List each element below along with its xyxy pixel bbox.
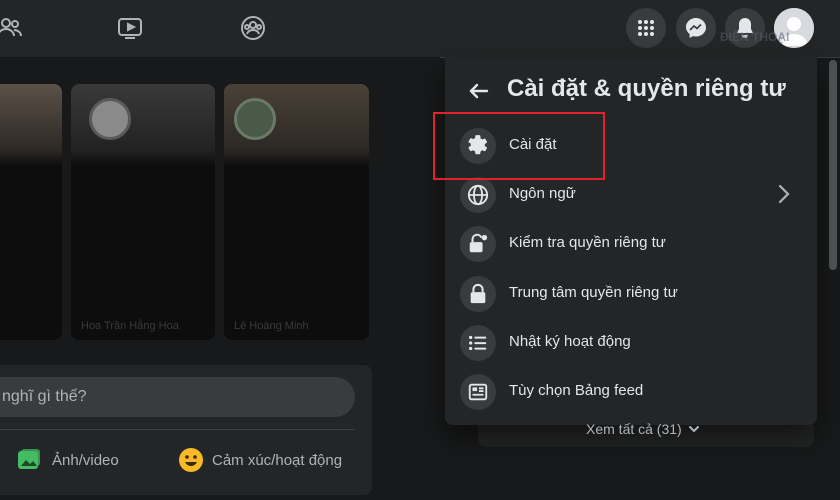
composer-divider — [0, 429, 355, 430]
see-all-button[interactable]: Xem tất cả (31) — [586, 421, 700, 437]
lock-icon — [460, 276, 496, 312]
list-icon — [460, 325, 496, 361]
story-avatar — [234, 98, 276, 140]
menu-item-label: Ngôn ngữ — [509, 185, 576, 202]
story-avatar — [89, 98, 131, 140]
friends-icon[interactable] — [0, 14, 24, 42]
chevron-right-icon — [773, 183, 793, 205]
composer-input[interactable]: nghĩ gì thế? — [0, 377, 355, 417]
scrollbar[interactable] — [829, 60, 837, 270]
menu-item-label: Kiểm tra quyền riêng tư — [509, 234, 666, 251]
messenger-icon — [686, 18, 706, 38]
watermark-logo: ĐIỆN THOẠI — [720, 30, 790, 44]
menu-item-label: Nhật ký hoạt động — [509, 333, 631, 350]
story-caption: Lê Hoàng Minh — [234, 320, 309, 332]
panel-header: Cài đặt & quyền riêng tư — [445, 71, 817, 111]
story-card[interactable]: Hoa Trần Hằng Hoa — [71, 84, 215, 340]
chevron-down-icon — [688, 426, 699, 433]
photo-icon — [18, 449, 40, 469]
feeling-activity-label: Cảm xúc/hoạt động — [212, 451, 343, 469]
story-card[interactable] — [0, 84, 62, 340]
grid-icon — [638, 20, 654, 36]
menu-item-feed-preferences[interactable]: Tùy chọn Bảng feed — [453, 367, 809, 415]
menu-grid-button[interactable] — [626, 8, 666, 48]
stories-row: Hoa Trần Hằng Hoa Lê Hoàng Minh — [0, 84, 370, 394]
menu-item-label: Trung tâm quyền riêng tư — [509, 284, 678, 301]
menu-item-activity-log[interactable]: Nhật ký hoạt động — [453, 318, 809, 366]
top-navigation-bar — [0, 0, 840, 58]
photo-video-button[interactable]: Ảnh/video — [16, 442, 119, 478]
back-arrow-icon[interactable] — [465, 77, 493, 105]
story-card[interactable]: Lê Hoàng Minh — [224, 84, 369, 340]
messenger-button[interactable] — [676, 8, 716, 48]
groups-icon[interactable] — [239, 14, 267, 42]
smiley-icon — [179, 448, 203, 472]
lock-check-icon — [460, 226, 496, 262]
feeling-activity-button[interactable]: Cảm xúc/hoạt động — [178, 442, 342, 478]
highlight-box — [433, 112, 605, 180]
menu-item-privacy-center[interactable]: Trung tâm quyền riêng tư — [453, 269, 809, 317]
story-caption: Hoa Trần Hằng Hoa — [81, 320, 179, 332]
menu-item-label: Tùy chọn Bảng feed — [509, 382, 644, 399]
photo-video-label: Ảnh/video — [52, 451, 119, 469]
globe-icon — [460, 177, 496, 213]
panel-title: Cài đặt & quyền riêng tư — [507, 75, 786, 102]
see-all-label: Xem tất cả (31) — [586, 421, 682, 437]
feed-icon — [460, 374, 496, 410]
watch-video-icon[interactable] — [116, 14, 144, 42]
menu-item-privacy-checkup[interactable]: Kiểm tra quyền riêng tư — [453, 219, 809, 267]
news-feed: Hoa Trần Hằng Hoa Lê Hoàng Minh nghĩ gì … — [0, 57, 440, 500]
post-composer: nghĩ gì thế? Ảnh/video Cảm xúc/hoạt động — [0, 365, 372, 495]
